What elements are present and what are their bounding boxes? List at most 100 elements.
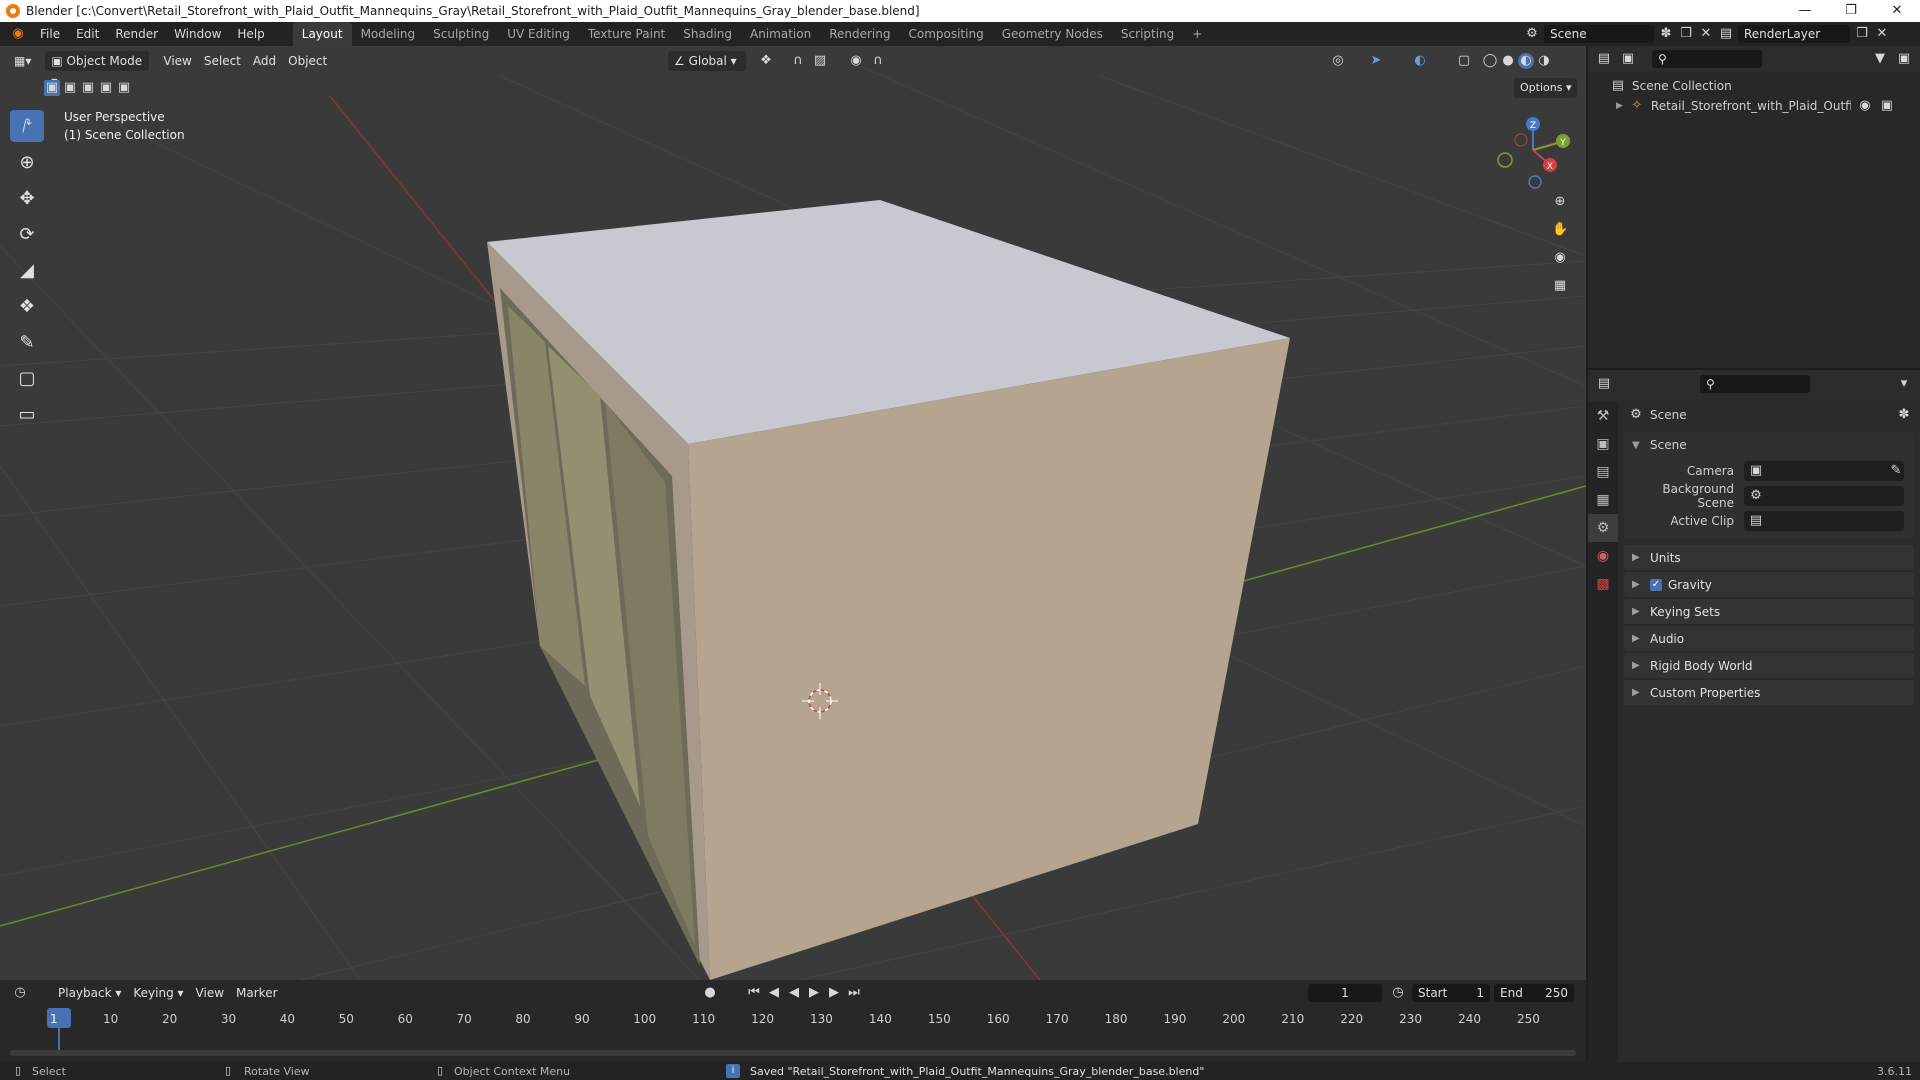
close-icon[interactable]: ✕ [1874, 0, 1920, 22]
select-intersect-icon[interactable]: ▣ [116, 80, 132, 96]
play-icon[interactable]: ▶ [806, 985, 822, 1001]
properties-search-input[interactable]: ⚲ [1700, 375, 1810, 393]
tab-scripting[interactable]: Scripting [1112, 22, 1183, 46]
zoom-icon[interactable]: ⊕ [1552, 194, 1568, 210]
mode-dropdown[interactable]: ▣ Object Mode ▾ [45, 51, 150, 88]
tab-geometry-nodes[interactable]: Geometry Nodes [993, 22, 1112, 46]
world-tab-icon[interactable]: ◉ [1588, 542, 1618, 570]
tab-modeling[interactable]: Modeling [352, 22, 425, 46]
menu-select[interactable]: Select [198, 51, 247, 71]
rotate-tool-icon[interactable]: ⟳ [10, 218, 44, 250]
render-layer-field[interactable]: RenderLayer [1738, 25, 1850, 43]
filter-icon[interactable]: ▼ [1872, 51, 1888, 67]
timeline-scrollbar[interactable] [10, 1050, 1576, 1056]
gravity-panel[interactable]: ▶ ✓ Gravity [1624, 572, 1914, 598]
snap-target-icon[interactable]: ▨ [812, 53, 828, 69]
timeline-ruler[interactable]: 1 10 20 30 40 50 60 70 80 90 100 110 120 130 140 150 160… [0, 1008, 1586, 1054]
jump-end-icon[interactable]: ⏭ [846, 985, 862, 1001]
rendered-shading-icon[interactable]: ◑ [1536, 53, 1552, 69]
properties-editor-icon[interactable]: ▤ [1596, 376, 1612, 392]
cursor-tool-icon[interactable]: ⊕ [10, 146, 44, 178]
outliner-item[interactable]: ▶ ✧ Retail_Storefront_with_Plaid_Outfit_… [1588, 94, 1920, 116]
tab-sculpting[interactable]: Sculpting [424, 22, 498, 46]
minimize-icon[interactable]: — [1782, 0, 1828, 22]
outliner-editor-icon[interactable]: ▤ [1596, 51, 1612, 67]
prev-keyframe-icon[interactable]: ◀ [766, 985, 782, 1001]
tab-uv-editing[interactable]: UV Editing [498, 22, 579, 46]
pin-icon[interactable]: ✽ [1658, 26, 1674, 42]
jump-start-icon[interactable]: ⏮ [746, 985, 762, 1001]
start-frame-field[interactable]: Start 1 [1412, 984, 1490, 1002]
display-mode-icon[interactable]: ▣ [1620, 51, 1636, 67]
scene-tab-icon[interactable]: ⚙ [1588, 514, 1618, 542]
menu-playback[interactable]: Playback ▾ [52, 983, 127, 1003]
add-workspace-icon[interactable]: + [1183, 22, 1211, 46]
select-invert-icon[interactable]: ▣ [98, 80, 114, 96]
menu-add[interactable]: Add [247, 51, 282, 71]
properties-options-icon[interactable]: ▾ [1896, 376, 1912, 392]
record-icon[interactable]: ● [702, 985, 718, 1001]
view-layer-icon[interactable]: ▤ [1718, 26, 1734, 42]
menu-object[interactable]: Object [282, 51, 333, 71]
new-collection-icon[interactable]: ▣ [1896, 51, 1912, 67]
custom-properties-panel[interactable]: ▶ Custom Properties [1624, 680, 1914, 706]
new-scene-icon[interactable]: ❐ [1678, 26, 1694, 42]
add-cube-tool-icon[interactable]: ▭ [10, 398, 44, 430]
restore-icon[interactable]: ❐ [1828, 0, 1874, 22]
editor-type-icon[interactable]: ▦▾ [8, 51, 37, 71]
output-tab-icon[interactable]: ▤ [1588, 458, 1618, 486]
menu-view[interactable]: View [157, 51, 197, 71]
view-layer-tab-icon[interactable]: ▦ [1588, 486, 1618, 514]
transform-tool-icon[interactable]: ❖ [10, 290, 44, 322]
xray-icon[interactable]: ▢ [1456, 53, 1472, 69]
select-box-tool-icon[interactable]: ⭚ [10, 110, 44, 142]
menu-marker[interactable]: Marker [230, 983, 283, 1003]
current-frame-field[interactable]: 1 [1308, 984, 1382, 1002]
select-extend-icon[interactable]: ▣ [62, 80, 78, 96]
menu-help[interactable]: Help [229, 22, 272, 46]
timeline-editor-icon[interactable]: ◷ [12, 985, 28, 1001]
new-layer-icon[interactable]: ❐ [1854, 26, 1870, 42]
pin-properties-icon[interactable]: ✽ [1896, 407, 1912, 423]
scale-tool-icon[interactable]: ◢ [10, 254, 44, 286]
units-panel[interactable]: ▶ Units [1624, 545, 1914, 571]
tab-layout[interactable]: Layout [292, 22, 352, 46]
delete-layer-icon[interactable]: ✕ [1874, 26, 1890, 42]
tab-texture-paint[interactable]: Texture Paint [579, 22, 674, 46]
next-keyframe-icon[interactable]: ▶ [826, 985, 842, 1001]
tab-rendering[interactable]: Rendering [820, 22, 899, 46]
proportional-edit-icon[interactable]: ◉ [848, 53, 864, 69]
audio-panel[interactable]: ▶ Audio [1624, 626, 1914, 652]
tab-shading[interactable]: Shading [674, 22, 741, 46]
wireframe-shading-icon[interactable]: ◯ [1482, 53, 1498, 69]
menu-timeline-view[interactable]: View [190, 983, 230, 1003]
expand-arrow-icon[interactable]: ▶ [1616, 101, 1623, 111]
select-new-icon[interactable]: ▣ [44, 80, 60, 96]
visibility-eye-icon[interactable]: ◉ [1857, 98, 1873, 114]
3d-viewport[interactable]: Z Y X ▦▾ ▣ Object Mode ▾ View Select Add… [0, 46, 1586, 980]
tab-animation[interactable]: Animation [741, 22, 820, 46]
tab-compositing[interactable]: Compositing [899, 22, 992, 46]
play-reverse-icon[interactable]: ◀ [786, 985, 802, 1001]
falloff-icon[interactable]: ∩ [870, 53, 886, 69]
menu-file[interactable]: File [32, 22, 68, 46]
menu-window[interactable]: Window [166, 22, 229, 46]
menu-edit[interactable]: Edit [68, 22, 107, 46]
visibility-icon[interactable]: ◎ [1330, 53, 1346, 69]
end-frame-field[interactable]: End 250 [1494, 984, 1574, 1002]
pan-hand-icon[interactable]: ✋ [1552, 222, 1568, 238]
menu-keying[interactable]: Keying ▾ [127, 983, 189, 1003]
navigation-gizmo[interactable]: Z Y X [1497, 117, 1570, 189]
measure-tool-icon[interactable]: ▢ [10, 362, 44, 394]
gizmo-toggle-icon[interactable]: ➤ [1368, 53, 1384, 69]
eyedropper-icon[interactable]: ✎ [1888, 463, 1904, 479]
render-camera-icon[interactable]: ▣ [1879, 98, 1895, 114]
active-clip-field[interactable]: ▤ [1744, 510, 1904, 531]
blender-menu-icon[interactable]: ◉ [10, 26, 26, 42]
delete-scene-icon[interactable]: ✕ [1698, 26, 1714, 42]
camera-field[interactable]: ▣ ✎ [1744, 460, 1904, 481]
move-tool-icon[interactable]: ✥ [10, 182, 44, 214]
annotate-tool-icon[interactable]: ✎ [10, 326, 44, 358]
scene-icon[interactable]: ⚙ [1524, 26, 1540, 42]
scene-name-field[interactable]: Scene [1544, 25, 1654, 43]
